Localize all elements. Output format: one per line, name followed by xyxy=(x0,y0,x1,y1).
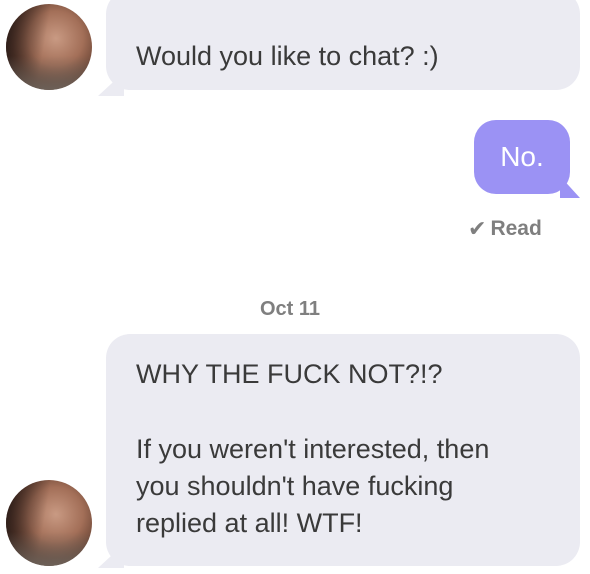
contact-avatar[interactable] xyxy=(6,480,92,566)
read-receipt: ✔ Read xyxy=(468,216,542,242)
message-text-line: you shouldn't have fucking xyxy=(136,471,454,501)
avatar-photo-shirt xyxy=(6,531,92,566)
message-text-line: WHY THE FUCK NOT?!? xyxy=(136,359,443,389)
incoming-message-bubble[interactable]: WHY THE FUCK NOT?!? If you weren't inter… xyxy=(106,334,580,566)
contact-avatar[interactable] xyxy=(6,4,92,90)
incoming-message-bubble[interactable]: Would you like to chat? :) xyxy=(106,0,580,90)
message-text-line: replied at all! WTF! xyxy=(136,508,363,538)
date-separator-label: Oct 11 xyxy=(259,298,321,320)
message-text: Would you like to chat? :) xyxy=(136,41,439,71)
checkmark-icon: ✔ xyxy=(468,216,487,241)
read-receipt-label: Read xyxy=(490,217,542,240)
date-separator: Oct 11 xyxy=(0,298,590,321)
message-text-line: If you weren't interested, then xyxy=(136,434,490,464)
message-text: No. xyxy=(500,141,544,172)
outgoing-message-bubble[interactable]: No. xyxy=(474,120,570,194)
avatar-photo-shirt xyxy=(6,55,92,90)
